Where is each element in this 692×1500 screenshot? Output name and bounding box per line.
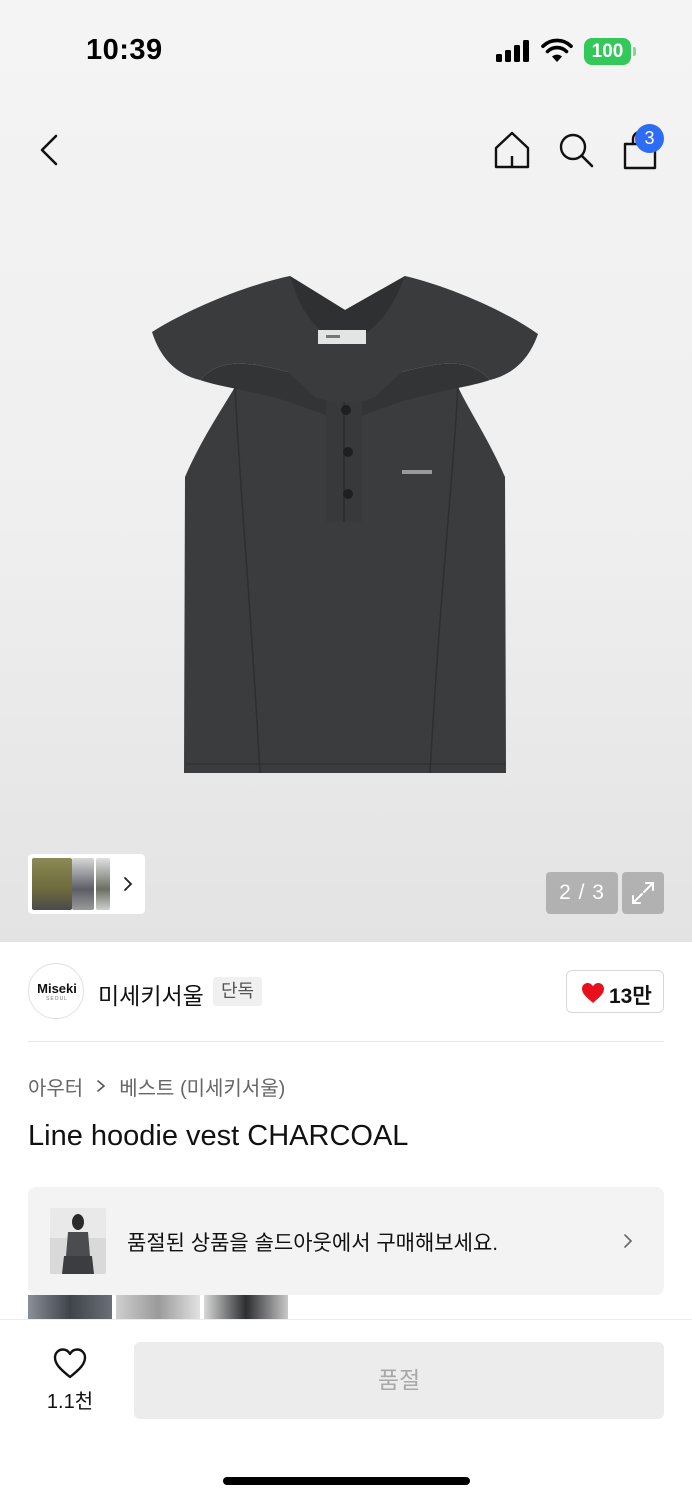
battery-level: 100: [584, 38, 631, 65]
cart-count-badge: 3: [635, 124, 664, 153]
related-images-strip: [28, 1295, 290, 1320]
back-icon[interactable]: [30, 128, 70, 172]
chevron-right-icon: [97, 1080, 106, 1092]
soldout-promo-thumbnail: [50, 1208, 106, 1274]
image-page-counter: 2 / 3: [546, 872, 618, 914]
home-indicator: [223, 1477, 470, 1485]
expand-icon[interactable]: [622, 872, 664, 914]
chevron-right-icon[interactable]: [120, 872, 136, 896]
thumbnail-2[interactable]: [72, 858, 94, 910]
heart-outline-icon[interactable]: [52, 1346, 88, 1380]
brand-like-count: 13만: [609, 985, 652, 1008]
related-image-1[interactable]: [28, 1295, 112, 1320]
divider: [28, 1041, 664, 1042]
status-time: 10:39: [86, 34, 163, 66]
sold-out-button[interactable]: 품절: [134, 1342, 664, 1419]
top-nav: [0, 120, 692, 180]
soldout-promo-banner[interactable]: 품절된 상품을 솔드아웃에서 구매해보세요.: [28, 1187, 664, 1295]
image-thumbnails[interactable]: [28, 854, 145, 914]
product-image[interactable]: [140, 262, 550, 782]
wish-count: 1.1천: [46, 1391, 94, 1413]
breadcrumb: 아우터 베스트 (미세키서울): [28, 1072, 285, 1101]
breadcrumb-category[interactable]: 아우터: [28, 1072, 83, 1101]
home-icon[interactable]: [490, 128, 534, 172]
wifi-icon: [541, 38, 573, 62]
brand-like-button[interactable]: 13만: [566, 970, 664, 1013]
related-image-2[interactable]: [116, 1295, 200, 1320]
brand-logo-subtext: SEOUL: [46, 996, 68, 1002]
brand-logo-text: Miseki: [37, 981, 77, 996]
product-title: Line hoodie vest CHARCOAL: [28, 1120, 409, 1152]
thumbnail-1[interactable]: [32, 858, 72, 910]
brand-logo[interactable]: Miseki SEOUL: [28, 963, 84, 1019]
breadcrumb-subcategory[interactable]: 베스트 (미세키서울): [119, 1072, 285, 1101]
heart-filled-icon: [582, 983, 604, 1003]
chevron-right-icon: [624, 1234, 633, 1248]
related-image-3[interactable]: [204, 1295, 288, 1320]
search-icon[interactable]: [554, 128, 598, 172]
exclusive-badge: 단독: [213, 977, 263, 1006]
brand-name[interactable]: 미세키서울: [98, 977, 204, 1011]
product-gallery[interactable]: 10:39 100 3 2 / 3: [0, 0, 692, 942]
battery-icon: 100: [584, 38, 636, 65]
status-bar: 10:39 100: [0, 0, 692, 100]
cellular-signal-icon: [496, 40, 532, 62]
soldout-promo-text: 품절된 상품을 솔드아웃에서 구매해보세요.: [127, 1232, 499, 1255]
thumbnail-3[interactable]: [96, 858, 110, 910]
